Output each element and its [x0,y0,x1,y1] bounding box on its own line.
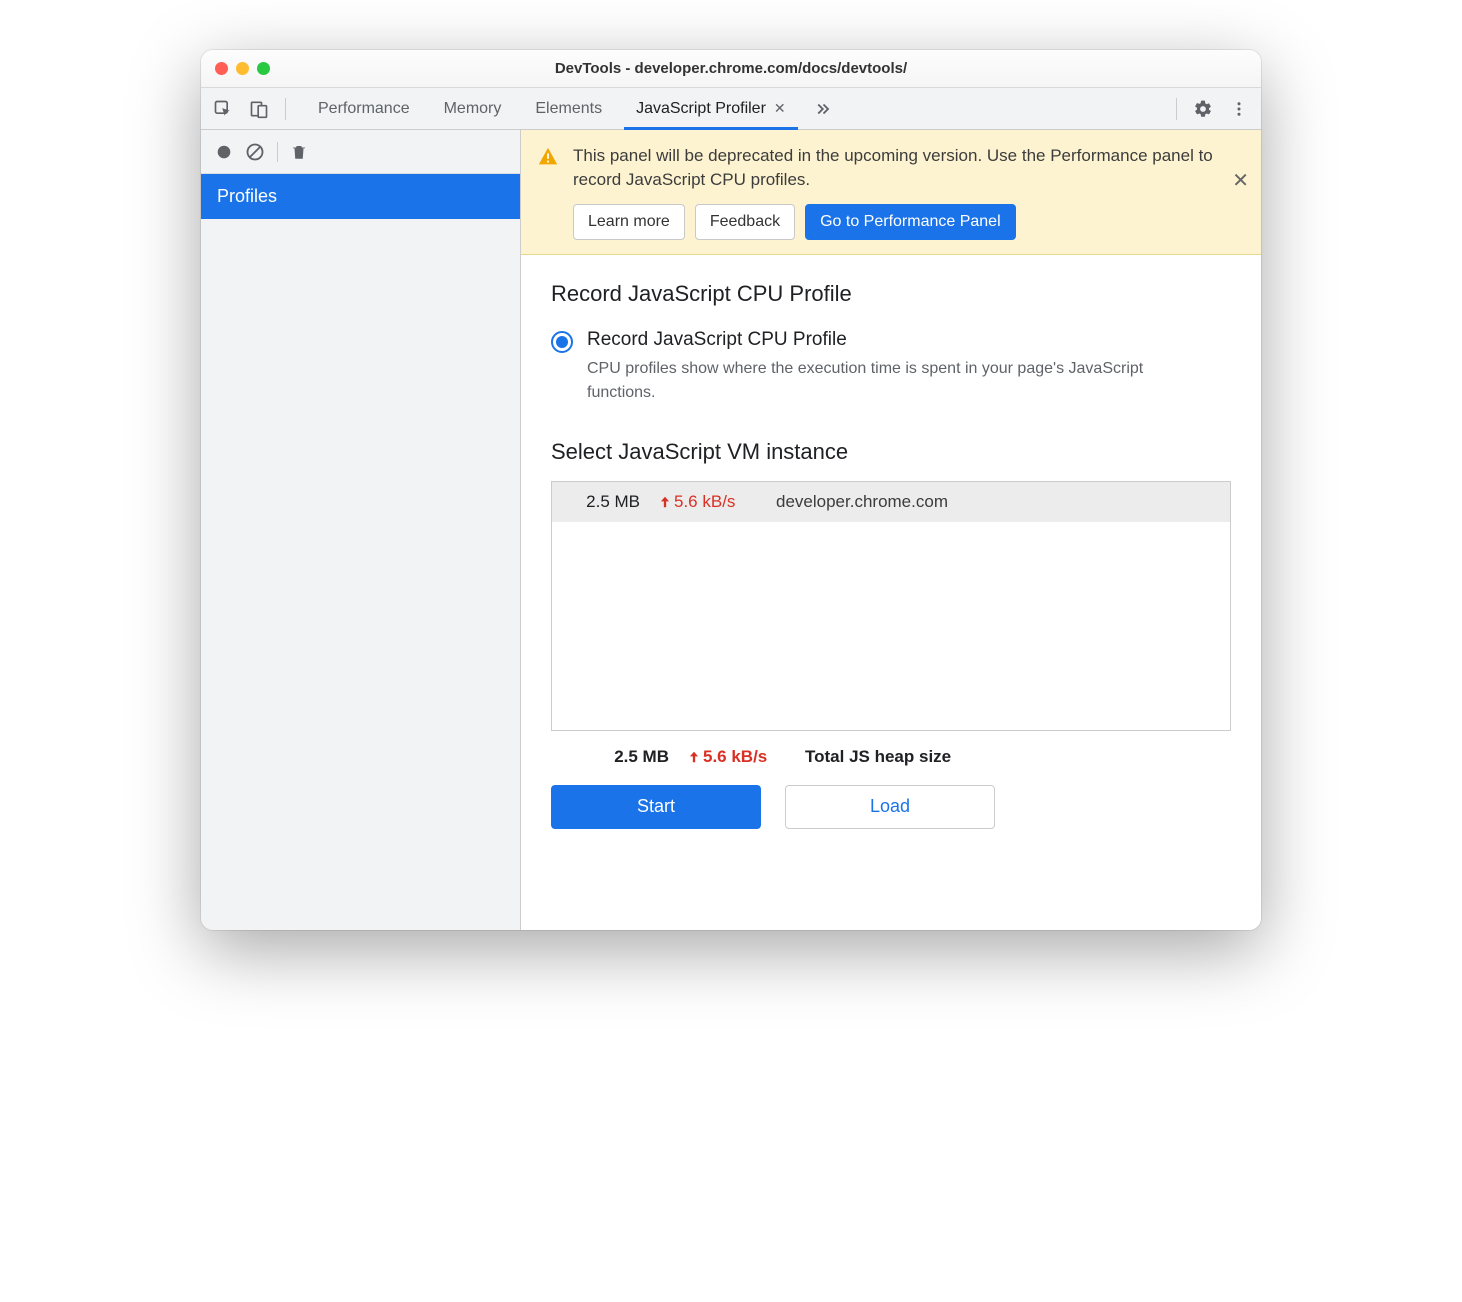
content-area: This panel will be deprecated in the upc… [521,130,1261,930]
panel-tabs: Performance Memory Elements JavaScript P… [306,88,798,129]
main-split: Profiles This panel will be deprecated i… [201,130,1261,930]
minimize-window-button[interactable] [236,62,249,75]
load-button[interactable]: Load [785,785,995,829]
vm-host: developer.chrome.com [776,492,948,512]
device-toggle-icon[interactable] [243,93,275,125]
settings-icon[interactable] [1187,93,1219,125]
tab-label: Elements [535,100,602,118]
start-button[interactable]: Start [551,785,761,829]
tab-memory[interactable]: Memory [432,88,514,129]
total-rate: 5.6 kB/s [687,747,787,767]
tab-elements[interactable]: Elements [523,88,614,129]
record-icon[interactable] [215,143,233,161]
devtools-window: DevTools - developer.chrome.com/docs/dev… [201,50,1261,930]
separator [1176,98,1177,120]
rate-value: 5.6 kB/s [674,492,735,512]
panel-heading: Record JavaScript CPU Profile [551,281,1231,307]
warning-icon [537,146,559,168]
radio-icon [551,331,573,353]
total-size: 2.5 MB [599,747,669,767]
window-title: DevTools - developer.chrome.com/docs/dev… [201,60,1261,77]
learn-more-button[interactable]: Learn more [573,204,685,240]
close-banner-icon[interactable]: ✕ [1232,168,1249,193]
profiler-panel: Record JavaScript CPU Profile Record Jav… [521,255,1261,930]
option-description: CPU profiles show where the execution ti… [587,357,1147,405]
kebab-menu-icon[interactable] [1223,93,1255,125]
tab-javascript-profiler[interactable]: JavaScript Profiler ✕ [624,88,798,129]
banner-text: This panel will be deprecated in the upc… [573,144,1217,192]
sidebar-toolbar [201,130,520,174]
tab-label: JavaScript Profiler [636,100,766,118]
tab-label: Performance [318,100,410,118]
arrow-up-icon [687,750,701,764]
banner-buttons: Learn more Feedback Go to Performance Pa… [573,204,1217,240]
sidebar-item-profiles[interactable]: Profiles [201,174,520,219]
action-buttons: Start Load [551,785,1231,829]
window-controls [215,62,270,75]
inspect-element-icon[interactable] [207,93,239,125]
trash-icon[interactable] [290,143,308,161]
rate-value: 5.6 kB/s [703,747,767,767]
total-heap-row: 2.5 MB 5.6 kB/s Total JS heap size [551,731,1231,785]
banner-body: This panel will be deprecated in the upc… [573,144,1217,240]
go-to-performance-button[interactable]: Go to Performance Panel [805,204,1016,240]
arrow-up-icon [658,495,672,509]
close-window-button[interactable] [215,62,228,75]
tab-performance[interactable]: Performance [306,88,422,129]
total-label: Total JS heap size [805,747,951,767]
clear-icon[interactable] [245,142,265,162]
deprecation-banner: This panel will be deprecated in the upc… [521,130,1261,255]
profiles-sidebar: Profiles [201,130,521,930]
feedback-button[interactable]: Feedback [695,204,795,240]
separator [285,98,286,120]
vm-heading: Select JavaScript VM instance [551,439,1231,465]
vm-heap-size: 2.5 MB [570,492,640,512]
profile-type-option[interactable]: Record JavaScript CPU Profile CPU profil… [551,329,1231,405]
close-tab-icon[interactable]: ✕ [774,100,786,117]
more-tabs-icon[interactable] [806,93,838,125]
vm-instance-list: 2.5 MB 5.6 kB/s developer.chrome.com [551,481,1231,731]
devtools-tabbar: Performance Memory Elements JavaScript P… [201,88,1261,130]
window-titlebar: DevTools - developer.chrome.com/docs/dev… [201,50,1261,88]
vm-instance-row[interactable]: 2.5 MB 5.6 kB/s developer.chrome.com [552,482,1230,522]
option-label: Record JavaScript CPU Profile [587,329,1147,351]
sidebar-item-label: Profiles [217,186,277,206]
vm-heap-rate: 5.6 kB/s [658,492,758,512]
separator [277,142,278,162]
maximize-window-button[interactable] [257,62,270,75]
tab-label: Memory [444,100,502,118]
